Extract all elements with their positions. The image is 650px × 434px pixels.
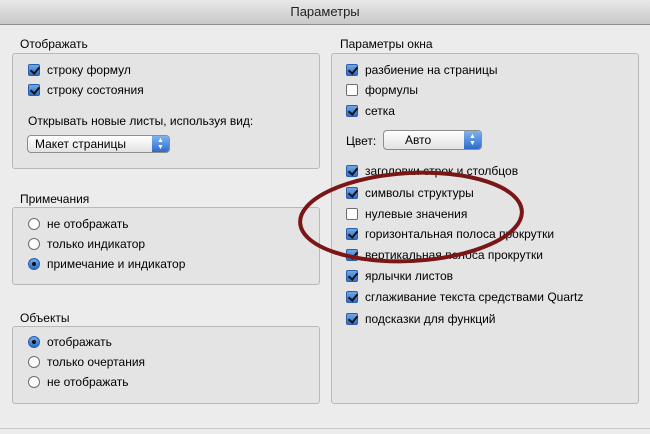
annotation-ellipse [298, 170, 524, 264]
annotation-ellipse-shape [298, 170, 524, 264]
divider [0, 428, 650, 429]
